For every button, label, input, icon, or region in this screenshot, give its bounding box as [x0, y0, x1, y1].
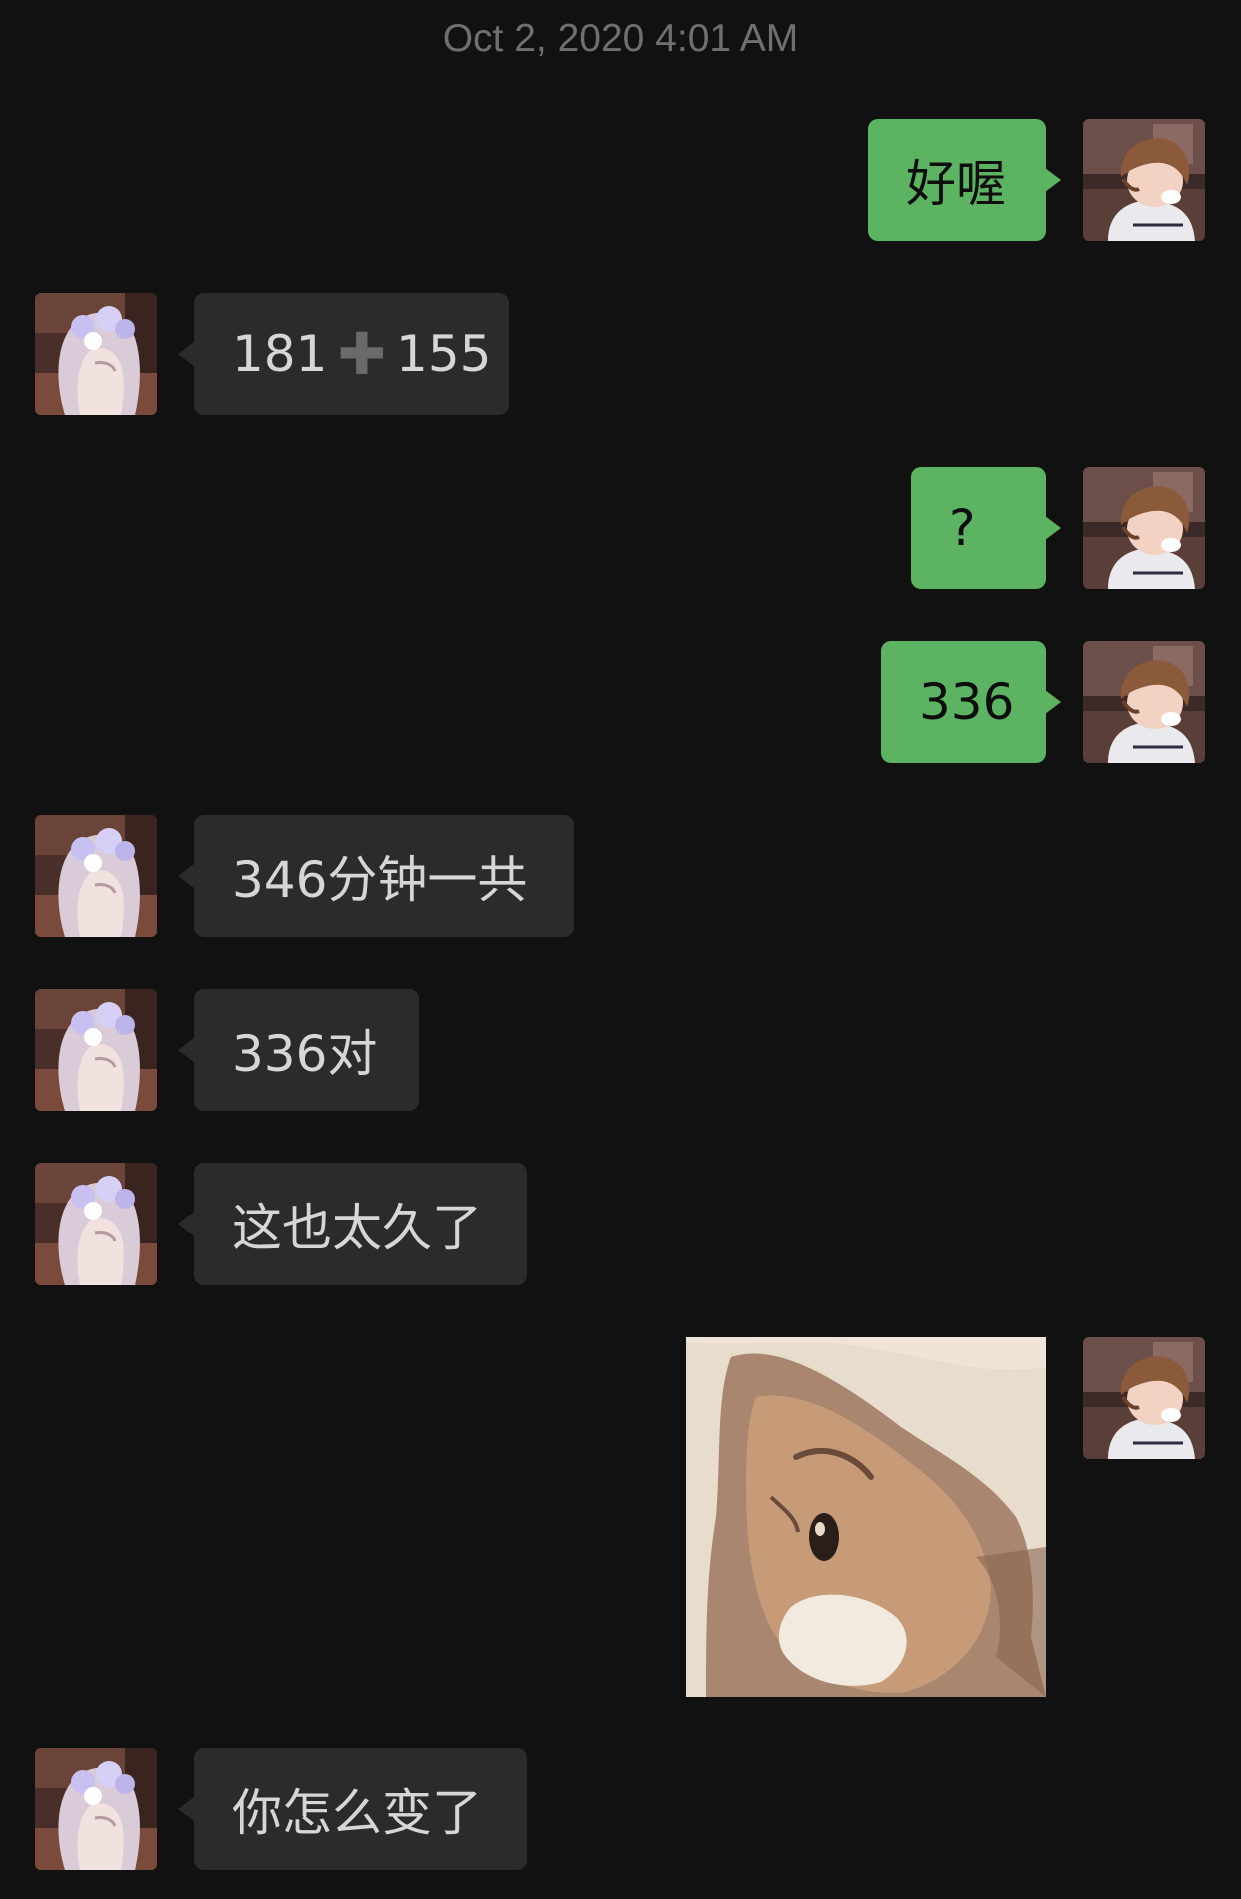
- bubble-tail: [178, 1038, 194, 1062]
- message-row-outgoing-sticker: [0, 1337, 1241, 1697]
- message-text: 336对: [232, 1025, 378, 1083]
- message-bubble[interactable]: 346分钟一共: [194, 815, 574, 937]
- my-avatar-icon[interactable]: [1083, 119, 1205, 241]
- bubble-tail: [1045, 690, 1061, 714]
- my-avatar-icon[interactable]: [1083, 467, 1205, 589]
- message-row-outgoing: 好喔: [0, 119, 1241, 241]
- bubble-tail: [178, 1797, 194, 1821]
- message-text: 346分钟一共: [232, 851, 528, 909]
- bubble-tail: [178, 1212, 194, 1236]
- my-avatar-icon[interactable]: [1083, 1337, 1205, 1459]
- chat-screen: Oct 2, 2020 4:01 AM 好喔 181 ✚ 155 ? 336 3…: [0, 0, 1241, 1899]
- message-bubble[interactable]: 你怎么变了: [194, 1748, 527, 1870]
- message-text: 你怎么变了: [232, 1784, 482, 1842]
- message-row-incoming: 346分钟一共: [0, 815, 1241, 937]
- message-text-left-operand: 181: [232, 325, 328, 383]
- message-bubble[interactable]: 好喔: [868, 119, 1046, 241]
- my-avatar-icon[interactable]: [1083, 641, 1205, 763]
- bubble-tail: [178, 864, 194, 888]
- message-bubble[interactable]: ?: [911, 467, 1046, 589]
- message-text: ?: [949, 499, 976, 557]
- bubble-tail: [1045, 168, 1061, 192]
- message-row-incoming: 你怎么变了: [0, 1748, 1241, 1870]
- plus-icon: ✚: [337, 320, 387, 388]
- message-row-outgoing: ?: [0, 467, 1241, 589]
- contact-avatar-icon[interactable]: [35, 293, 157, 415]
- contact-avatar-icon[interactable]: [35, 1163, 157, 1285]
- message-bubble[interactable]: 181 ✚ 155: [194, 293, 509, 415]
- message-row-outgoing: 336: [0, 641, 1241, 763]
- contact-avatar-icon[interactable]: [35, 989, 157, 1111]
- message-bubble[interactable]: 336: [881, 641, 1046, 763]
- message-text: 这也太久了: [232, 1199, 482, 1257]
- message-bubble[interactable]: 336对: [194, 989, 419, 1111]
- bubble-tail: [178, 342, 194, 366]
- message-text: 336: [919, 673, 1015, 731]
- message-row-incoming: 336对: [0, 989, 1241, 1111]
- message-text: 好喔: [906, 155, 1006, 213]
- message-row-incoming: 181 ✚ 155: [0, 293, 1241, 415]
- message-text-right-operand: 155: [396, 325, 492, 383]
- message-row-incoming: 这也太久了: [0, 1163, 1241, 1285]
- contact-avatar-icon[interactable]: [35, 815, 157, 937]
- cat-sticker-image[interactable]: [686, 1337, 1046, 1697]
- contact-avatar-icon[interactable]: [35, 1748, 157, 1870]
- message-bubble[interactable]: 这也太久了: [194, 1163, 527, 1285]
- bubble-tail: [1045, 516, 1061, 540]
- timestamp: Oct 2, 2020 4:01 AM: [442, 17, 799, 60]
